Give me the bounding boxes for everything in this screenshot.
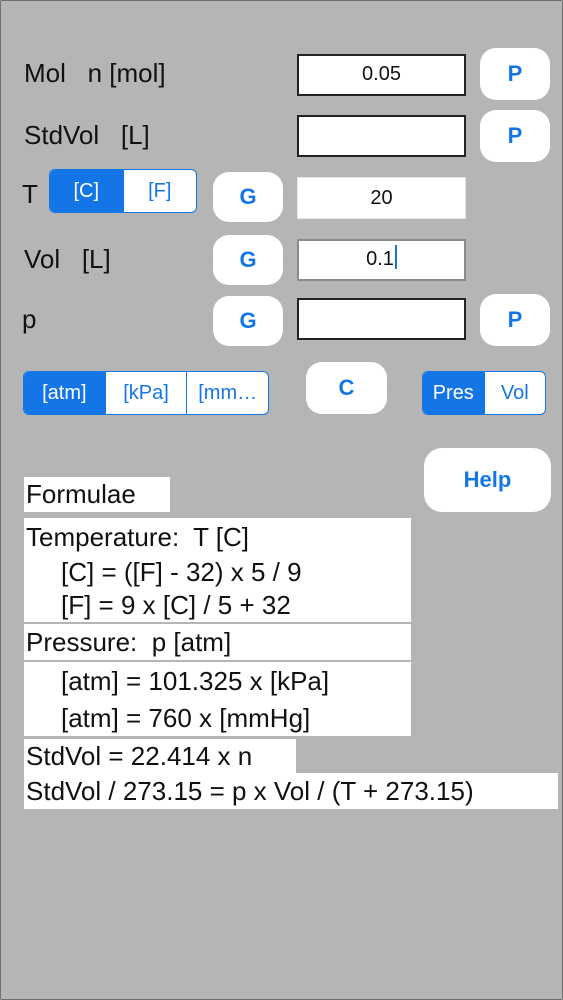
ideal-gas-formula: StdVol / 273.15 = p x Vol / (T + 273.15) (24, 773, 558, 809)
unit-fahrenheit-option[interactable]: [F] (122, 170, 197, 212)
pressure-p-button[interactable]: P (480, 294, 550, 346)
stdvol-input[interactable] (297, 115, 466, 157)
temperature-formula-f: [F] = 9 x [C] / 5 + 32 (24, 589, 411, 622)
mol-p-button[interactable]: P (480, 48, 550, 100)
stdvol-label: StdVol [L] (24, 120, 150, 150)
unit-mmhg-option[interactable]: [mm… (186, 372, 268, 414)
temperature-heading: Temperature: T [C] (24, 518, 411, 556)
vol-label: Vol [L] (24, 244, 111, 274)
pressure-label: p (22, 304, 37, 334)
temperature-input[interactable]: 20 (297, 177, 466, 219)
text-caret (394, 245, 397, 269)
pressure-unit-segment: [atm] [kPa] [mm… (23, 371, 269, 415)
help-button[interactable]: Help (424, 448, 551, 512)
mode-vol-option[interactable]: Vol (483, 372, 546, 414)
pressure-g-button[interactable]: G (213, 296, 283, 346)
stdvol-p-button[interactable]: P (480, 110, 550, 162)
formulae-title: Formulae (24, 477, 170, 512)
unit-celsius-option[interactable]: [C] (50, 170, 123, 212)
vol-input-value: 0.1 (366, 248, 394, 270)
vol-input[interactable]: 0.1 (297, 239, 466, 281)
temperature-label: T (22, 179, 38, 209)
clear-c-button[interactable]: C (306, 362, 387, 414)
pressure-formula-mmhg: [atm] = 760 x [mmHg] (24, 700, 411, 736)
unit-atm-option[interactable]: [atm] (24, 372, 105, 414)
temperature-unit-segment: [C] [F] (49, 169, 197, 213)
pressure-heading: Pressure: p [atm] (24, 624, 411, 660)
mode-segment: Pres Vol (422, 371, 546, 415)
mol-label: Mol n [mol] (24, 58, 166, 88)
stdvol-formula: StdVol = 22.414 x n (24, 739, 296, 773)
unit-kpa-option[interactable]: [kPa] (104, 372, 187, 414)
mode-pres-option[interactable]: Pres (423, 372, 484, 414)
pressure-input[interactable] (297, 298, 466, 340)
vol-g-button[interactable]: G (213, 235, 283, 285)
temperature-formula-c: [C] = ([F] - 32) x 5 / 9 (24, 556, 411, 589)
pressure-formula-kpa: [atm] = 101.325 x [kPa] (24, 662, 411, 700)
temperature-g-button[interactable]: G (213, 172, 283, 222)
mol-input[interactable]: 0.05 (297, 54, 466, 96)
